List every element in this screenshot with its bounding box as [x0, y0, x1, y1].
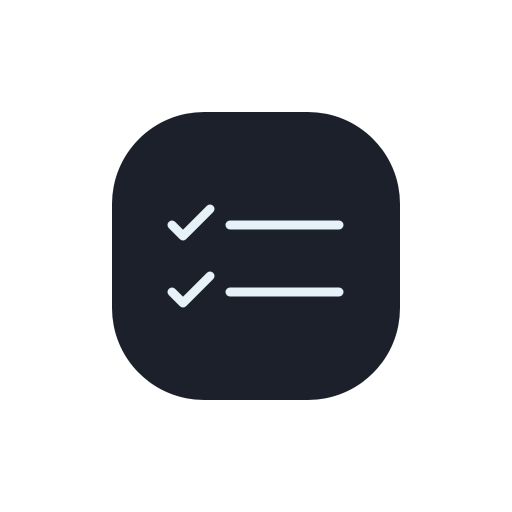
checklist-app-icon[interactable]	[112, 112, 400, 400]
checklist-row	[167, 271, 344, 308]
checklist-icon	[167, 204, 344, 308]
checklist-row	[167, 204, 344, 241]
canvas	[0, 0, 512, 512]
checkmark-icon	[167, 271, 215, 308]
checkmark-icon	[167, 204, 215, 241]
